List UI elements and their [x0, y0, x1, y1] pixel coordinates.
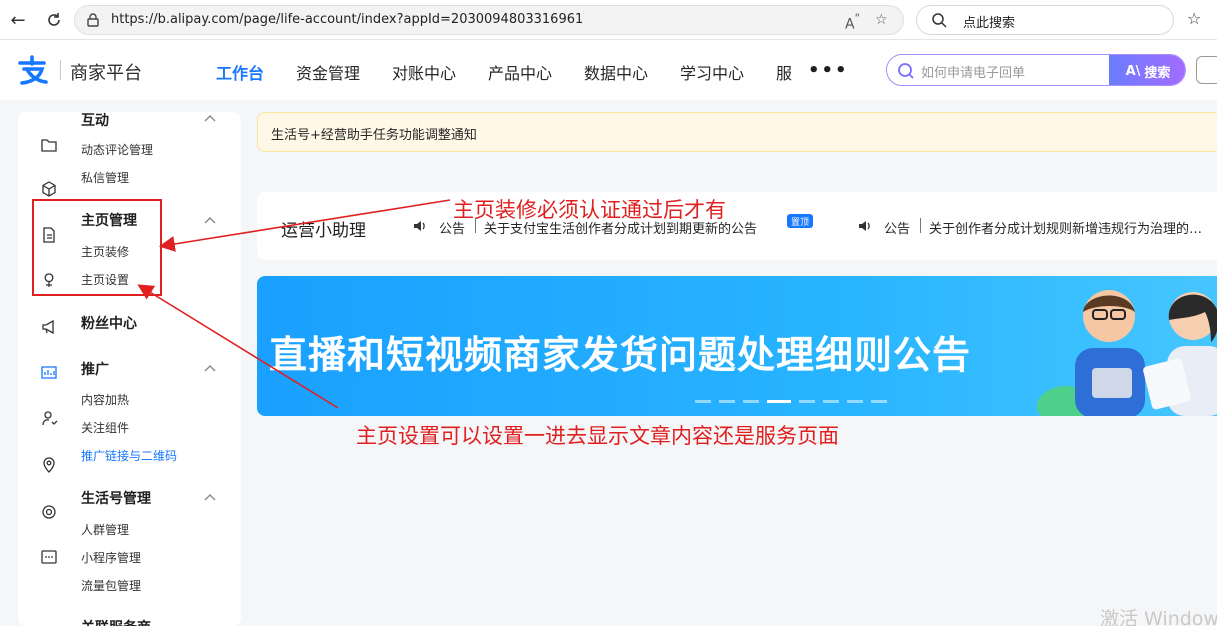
banner-illustration: [1037, 290, 1217, 416]
annotation-highlight-box: [32, 199, 162, 296]
chevron-up-icon[interactable]: [203, 492, 217, 502]
location-pin-icon: [43, 457, 55, 473]
favorite-star-icon[interactable]: ☆: [875, 12, 888, 28]
search-icon: [932, 13, 947, 28]
ai-search-icon: [898, 63, 914, 79]
carousel-dot[interactable]: [743, 400, 759, 403]
user-add-icon: [42, 411, 58, 426]
brand-title: 商家平台: [70, 63, 142, 84]
group-interaction[interactable]: 互动: [81, 112, 109, 130]
separator: [920, 218, 921, 233]
folder-icon: [41, 139, 57, 152]
more-menu-button[interactable]: •••: [808, 60, 849, 81]
group-promotion[interactable]: 推广: [81, 359, 109, 379]
nav-reconciliation[interactable]: 对账中心: [392, 60, 456, 84]
assistant-title: 运营小助理: [281, 221, 366, 241]
nav-learning[interactable]: 学习中心: [680, 60, 744, 84]
search-button[interactable]: A\ 搜索: [1109, 55, 1185, 85]
header-search-placeholder: 如何申请电子回单: [921, 66, 1026, 81]
alipay-logo: [18, 55, 48, 85]
sidebar-item-follow-widget[interactable]: 关注组件: [81, 419, 129, 436]
operation-assistant-panel: 运营小助理 公告 关于支付宝生活创作者分成计划到期更新的公告 置顶 公告 关于创…: [257, 192, 1217, 260]
carousel-dot[interactable]: [695, 400, 711, 403]
carousel-dot[interactable]: [719, 400, 735, 403]
chart-board-icon: [41, 366, 57, 379]
search-button-label: 搜索: [1144, 65, 1171, 81]
sidebar-item-content-boost[interactable]: 内容加热: [81, 391, 129, 408]
chevron-up-icon[interactable]: [203, 363, 217, 373]
sidebar-item-promo-link-qrcode[interactable]: 推广链接与二维码: [81, 447, 177, 464]
address-bar[interactable]: https://b.alipay.com/page/life-account/i…: [74, 5, 904, 35]
group-fans-center[interactable]: 粉丝中心: [81, 313, 137, 333]
group-related-provider[interactable]: 关联服务商: [81, 617, 151, 626]
cube-icon: [42, 181, 56, 197]
sidebar-item-audience-manage[interactable]: 人群管理: [81, 521, 129, 538]
sidebar-item-miniapp-manage[interactable]: 小程序管理: [81, 549, 141, 566]
app-switch-icon[interactable]: [1196, 56, 1217, 84]
nav-workbench[interactable]: 工作台: [216, 60, 264, 84]
nav-service[interactable]: 服: [776, 60, 792, 84]
announcement-tag: 公告: [884, 222, 911, 237]
carousel-dot[interactable]: [767, 400, 791, 403]
chevron-up-icon[interactable]: [203, 113, 217, 123]
url-text[interactable]: https://b.alipay.com/page/life-account/i…: [111, 12, 583, 27]
sidebar-item-comment-manage[interactable]: 动态评论管理: [81, 141, 153, 158]
carousel-dot[interactable]: [823, 400, 839, 403]
sidebar-item-traffic-pack-manage[interactable]: 流量包管理: [81, 577, 141, 594]
carousel-dot[interactable]: [799, 400, 815, 403]
megaphone-icon: [42, 319, 54, 335]
header-search-box[interactable]: 如何申请电子回单 A\ 搜索: [886, 54, 1186, 86]
notice-text[interactable]: 生活号+经营助手任务功能调整通知: [271, 124, 477, 143]
promo-banner[interactable]: 直播和短视频商家发货问题处理细则公告: [257, 276, 1217, 416]
browser-search-placeholder: 点此搜索: [963, 16, 1016, 31]
browser-search-box[interactable]: 点此搜索: [916, 5, 1174, 35]
speaker-icon: [859, 221, 870, 231]
ai-icon: A\: [1125, 63, 1141, 79]
back-icon[interactable]: ←: [6, 8, 30, 32]
windows-activation-watermark: 激活 Window: [1100, 608, 1217, 626]
annotation-note-2: 主页设置可以设置一进去显示文章内容还是服务页面: [356, 424, 839, 448]
chevron-up-icon[interactable]: [203, 215, 217, 225]
refresh-icon[interactable]: [42, 8, 66, 32]
pinned-badge: 置顶: [787, 214, 813, 228]
banner-title: 直播和短视频商家发货问题处理细则公告: [269, 333, 972, 377]
nav-funds[interactable]: 资金管理: [296, 60, 360, 84]
camera-lens-icon: [42, 505, 56, 519]
group-life-account-manage[interactable]: 生活号管理: [81, 488, 151, 508]
annotation-note-1: 主页装修必须认证通过后才有: [453, 198, 726, 222]
sidebar: 互动 动态评论管理 私信管理 主页管理 主页装修 主页设置 粉丝中心 推广 内容…: [18, 112, 241, 626]
site-info-icon[interactable]: [85, 12, 101, 28]
nav-products[interactable]: 产品中心: [488, 60, 552, 84]
sidebar-item-message-manage[interactable]: 私信管理: [81, 169, 129, 186]
nav-data[interactable]: 数据中心: [584, 60, 648, 84]
read-aloud-icon[interactable]: Aʺ: [845, 12, 860, 33]
speaker-icon: [414, 221, 425, 231]
announcement-link[interactable]: 关于创作者分成计划规则新增违规行为治理的…: [929, 218, 1202, 237]
dots-box-icon: [41, 550, 57, 564]
notice-bar[interactable]: 生活号+经营助手任务功能调整通知: [257, 112, 1217, 152]
browser-toolbar: ← https://b.alipay.com/page/life-account…: [0, 0, 1217, 40]
carousel-dot[interactable]: [871, 400, 887, 403]
favorites-icon[interactable]: ☆: [1187, 9, 1201, 28]
brand-divider: [60, 60, 61, 80]
carousel-dot[interactable]: [847, 400, 863, 403]
